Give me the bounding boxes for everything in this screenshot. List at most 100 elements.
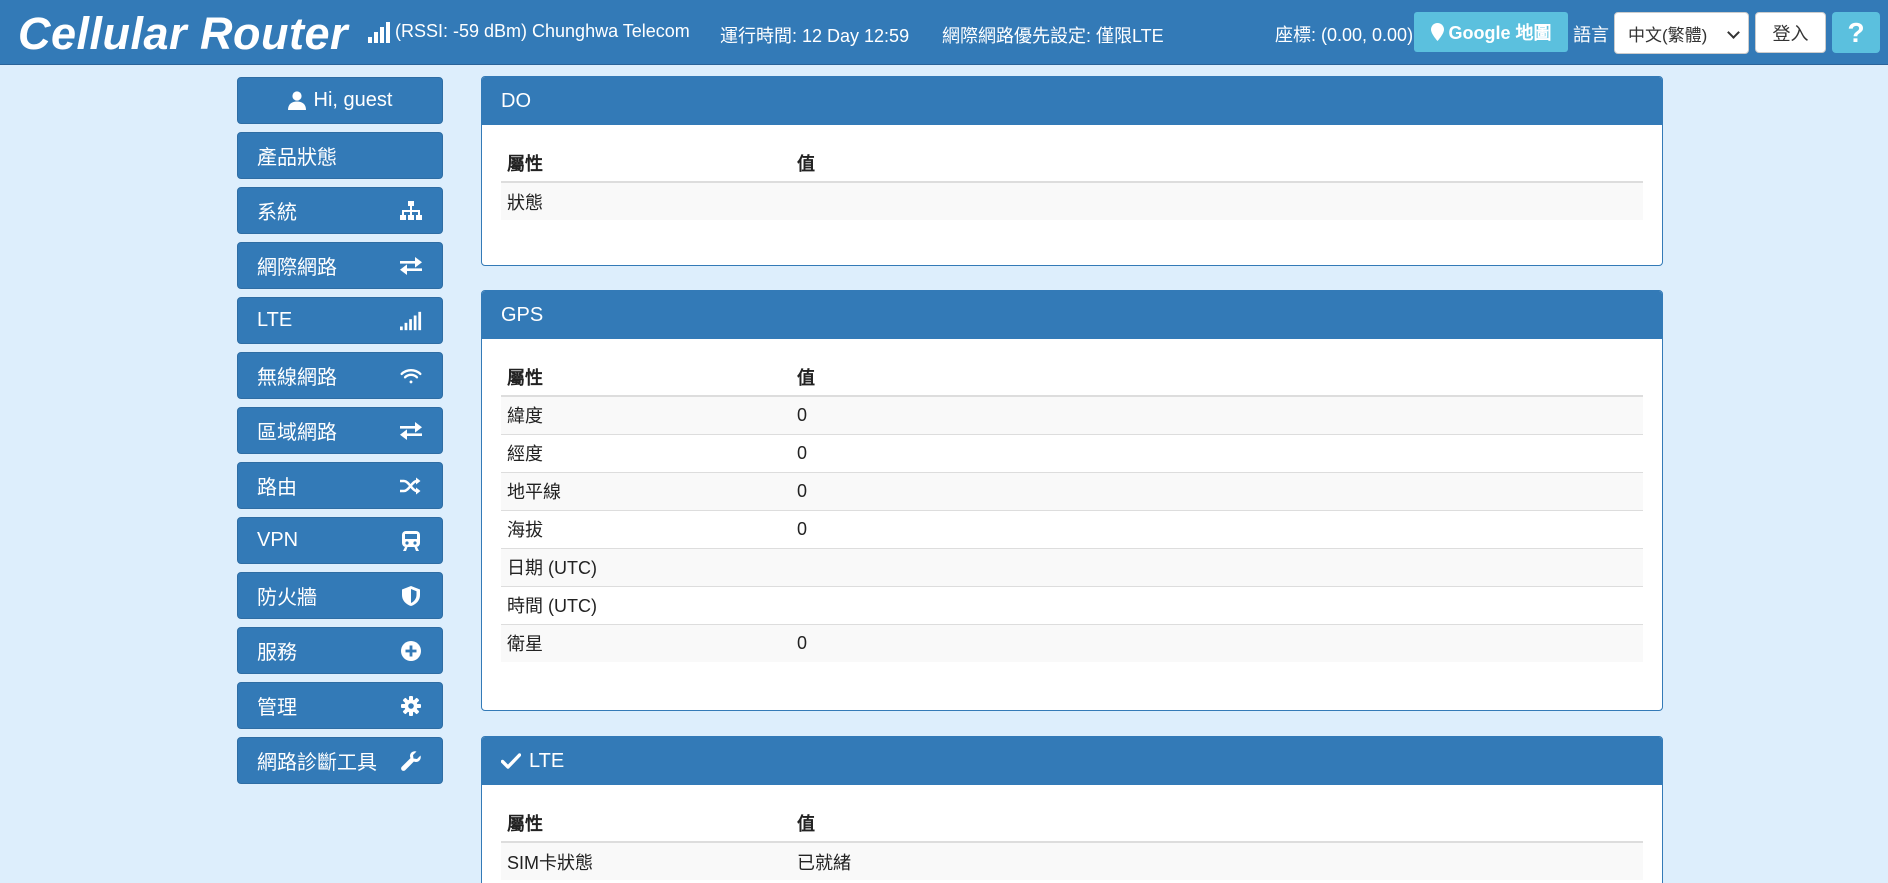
- table-row: SIM卡狀態 已就緒: [501, 842, 1643, 880]
- sidebar-item-label: 網際網路: [257, 257, 337, 279]
- plus-circle-icon: [400, 641, 422, 661]
- sidebar-item-services[interactable]: 服務: [237, 627, 443, 674]
- sidebar-item-label: 無線網路: [257, 367, 337, 389]
- value-cell: 0: [791, 433, 1643, 472]
- sidebar-item-lan[interactable]: 區域網路: [237, 407, 443, 454]
- sitemap-icon: [400, 201, 422, 221]
- google-map-label: Google 地圖: [1448, 23, 1552, 43]
- sidebar-item-routing[interactable]: 路由: [237, 462, 443, 509]
- check-icon: [501, 753, 521, 769]
- value-cell: [791, 585, 1643, 624]
- attribute-cell: 狀態: [501, 182, 791, 220]
- sidebar-item-label: VPN: [257, 529, 299, 551]
- exchange-icon: [400, 256, 422, 276]
- lte-table: 屬性 值 SIM卡狀態 已就緒: [501, 804, 1643, 880]
- column-header-value: 值: [791, 804, 1643, 843]
- value-cell: [791, 547, 1643, 586]
- language-select[interactable]: 中文(繁體): [1614, 12, 1749, 54]
- uptime-text: 運行時間: 12 Day 12:59: [720, 26, 910, 46]
- sidebar-item-vpn[interactable]: VPN: [237, 517, 443, 564]
- column-header-attribute: 屬性: [501, 144, 791, 183]
- table-row: 地平線 0: [501, 471, 1643, 510]
- coordinates-text: 座標: (0.00, 0.00): [1275, 25, 1414, 45]
- table-row: 日期 (UTC): [501, 547, 1643, 586]
- panel-title: GPS: [501, 303, 544, 326]
- value-cell: [791, 182, 1643, 220]
- lte-panel: LTE 屬性 值 SIM卡狀態 已就緒: [481, 736, 1663, 883]
- table-row: 緯度 0: [501, 396, 1643, 434]
- random-icon: [400, 476, 422, 496]
- signal-status: (RSSI: -59 dBm) Chunghwa Telecom: [368, 19, 690, 43]
- signal-icon: [400, 311, 422, 331]
- panel-header: LTE: [482, 737, 1662, 785]
- gps-table: 屬性 值 緯度 0 經度 0 地平線 0 海拔 0 日期 (UTC) 時間 (U…: [501, 358, 1643, 662]
- attribute-cell: 時間 (UTC): [501, 585, 791, 624]
- value-cell: 0: [791, 623, 1643, 662]
- sidebar-item-label: 產品狀態: [257, 147, 337, 169]
- table-header-row: 屬性 值: [501, 804, 1643, 843]
- sidebar-item-label: 網路診斷工具: [257, 752, 377, 774]
- table-header-row: 屬性 值: [501, 358, 1643, 397]
- attribute-cell: 衛星: [501, 623, 791, 662]
- language-label: 語言: [1573, 25, 1609, 45]
- value-cell: 0: [791, 471, 1643, 510]
- exchange-icon: [400, 421, 422, 441]
- sidebar-item-label: LTE: [257, 309, 293, 331]
- sidebar-item-label: 服務: [257, 642, 297, 664]
- attribute-cell: SIM卡狀態: [501, 842, 791, 880]
- help-button[interactable]: ?: [1832, 12, 1880, 53]
- sidebar-item-firewall[interactable]: 防火牆: [237, 572, 443, 619]
- value-cell: 0: [791, 396, 1643, 434]
- column-header-attribute: 屬性: [501, 358, 791, 397]
- signal-text: (RSSI: -59 dBm) Chunghwa Telecom: [395, 20, 690, 41]
- table-row: 海拔 0: [501, 509, 1643, 548]
- sidebar-menu: Hi, guest 產品狀態 系統 網際網路 LTE 無線網路 區域網路 路由 …: [237, 77, 443, 792]
- sidebar-item-label: 系統: [257, 202, 297, 224]
- table-row: 經度 0: [501, 433, 1643, 472]
- wifi-icon: [400, 366, 422, 386]
- sidebar-item-internet[interactable]: 網際網路: [237, 242, 443, 289]
- sidebar-item-label: 防火牆: [257, 587, 317, 609]
- wrench-icon: [400, 751, 422, 771]
- user-greeting[interactable]: Hi, guest: [237, 77, 443, 124]
- panel-title: LTE: [529, 749, 565, 772]
- do-panel: DO 屬性 值 狀態: [481, 76, 1663, 266]
- sidebar-item-product-status[interactable]: 產品狀態: [237, 132, 443, 179]
- column-header-value: 值: [791, 144, 1643, 183]
- train-icon: [400, 531, 422, 551]
- user-icon: [287, 91, 306, 110]
- column-header-attribute: 屬性: [501, 804, 791, 843]
- shield-icon: [400, 586, 422, 606]
- greeting-label: Hi, guest: [313, 89, 393, 111]
- value-cell: 已就緒: [791, 842, 1643, 880]
- gps-panel: GPS 屬性 值 緯度 0 經度 0 地平線 0 海拔 0 日期 (UTC) 時…: [481, 290, 1663, 711]
- sidebar-item-label: 路由: [257, 477, 297, 499]
- sidebar-item-wireless[interactable]: 無線網路: [237, 352, 443, 399]
- sidebar-item-label: 管理: [257, 697, 297, 719]
- column-header-value: 值: [791, 358, 1643, 397]
- value-cell: 0: [791, 509, 1643, 548]
- panel-header: DO: [482, 77, 1662, 125]
- table-header-row: 屬性 值: [501, 144, 1643, 183]
- map-marker-icon: [1430, 23, 1444, 41]
- network-priority-text: 網際網路優先設定: 僅限LTE: [942, 26, 1164, 46]
- sidebar-item-label: 區域網路: [257, 422, 337, 444]
- sidebar-item-diagnostics[interactable]: 網路診斷工具: [237, 737, 443, 784]
- attribute-cell: 海拔: [501, 509, 791, 548]
- attribute-cell: 地平線: [501, 471, 791, 510]
- do-table: 屬性 值 狀態: [501, 144, 1643, 220]
- google-map-button[interactable]: Google 地圖: [1414, 12, 1568, 52]
- chevron-down-icon: [1727, 26, 1740, 39]
- brand-title[interactable]: Cellular Router: [18, 8, 348, 60]
- panel-header: GPS: [482, 291, 1662, 339]
- sidebar-item-system[interactable]: 系統: [237, 187, 443, 234]
- login-button[interactable]: 登入: [1755, 12, 1826, 53]
- attribute-cell: 緯度: [501, 396, 791, 434]
- top-navbar: Cellular Router (RSSI: -59 dBm) Chunghwa…: [0, 0, 1888, 65]
- signal-strength-icon: [368, 19, 390, 43]
- panel-title: DO: [501, 89, 531, 112]
- sidebar-item-management[interactable]: 管理: [237, 682, 443, 729]
- sidebar-item-lte[interactable]: LTE: [237, 297, 443, 344]
- table-row: 狀態: [501, 182, 1643, 220]
- attribute-cell: 日期 (UTC): [501, 547, 791, 586]
